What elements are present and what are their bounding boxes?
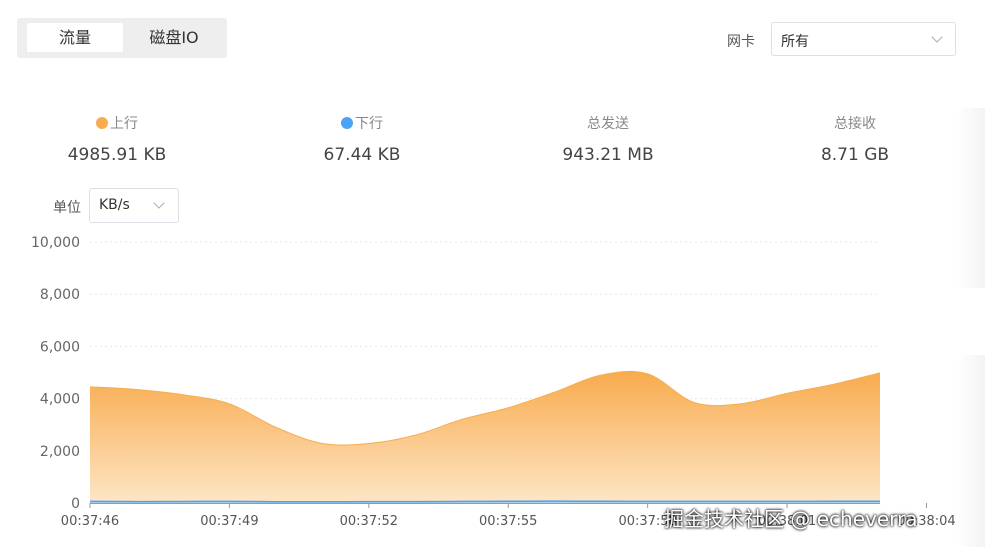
y-tick-label: 6,000: [40, 339, 80, 355]
upload-area: [90, 371, 880, 503]
traffic-chart: 0 2,000 4,000 6,000 8,000 10,000 00:37:46 00:37…: [31, 235, 956, 529]
x-tick-label: 00:37:55: [479, 514, 537, 529]
right-edge-shadow: [957, 108, 985, 288]
y-tick-label: 8,000: [40, 287, 80, 303]
right-edge-shadow: [957, 355, 985, 547]
x-tick-label: 00:37:52: [340, 514, 398, 529]
y-tick-label: 0: [71, 496, 80, 512]
download-line: [89, 500, 881, 503]
y-tick-label: 2,000: [40, 444, 80, 460]
y-tick-label: 10,000: [31, 235, 80, 251]
y-tick-label: 4,000: [40, 392, 80, 408]
watermark: 掘金技术社区 @ echeverra: [664, 507, 918, 531]
x-tick-label: 00:37:46: [61, 514, 119, 529]
x-tick-label: 00:37:49: [200, 514, 258, 529]
